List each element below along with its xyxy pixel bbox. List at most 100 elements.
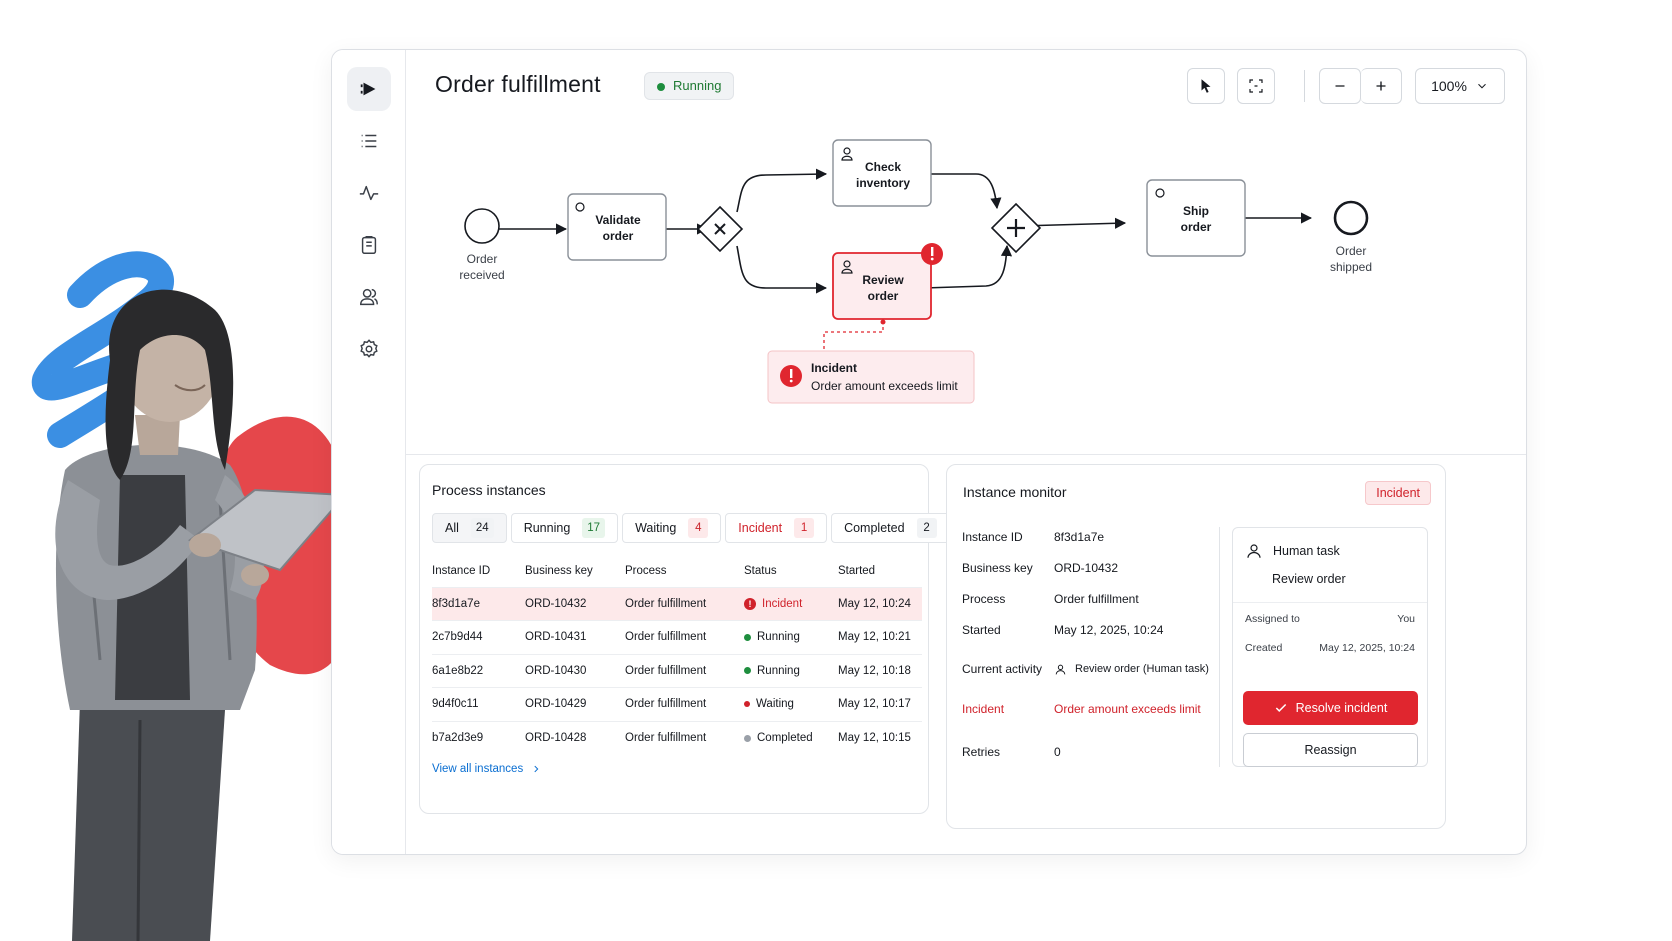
chevron-right-icon [534,765,539,773]
cell-process: Order fulfillment [625,720,744,755]
field-value: ORD-10432 [1054,561,1119,575]
cell-instance-id: 9d4f0c11 [432,687,525,721]
field-retries: Retries 0 [962,745,1061,759]
task-review-order[interactable]: Review order [832,252,932,320]
task-heading: Human task [1273,544,1340,558]
task-review-label-1: Review [862,273,904,287]
flow-gateway-check [736,168,828,213]
process-instances-panel: Process instances All 24 Running 17 Wait… [419,464,950,814]
sidebar-item-tasks[interactable] [347,223,391,267]
field-label: Started [962,623,1001,637]
column-header[interactable]: Started [838,555,922,587]
sidebar-item-activity[interactable] [347,171,391,215]
users-icon [360,288,378,306]
table-row[interactable]: 6a1e8b22 ORD-10430 Order fulfillment Run… [432,653,922,688]
task-validate-label-1: Validate [595,213,641,227]
tab-incident[interactable]: Incident 1 [725,513,828,543]
tab-running[interactable]: Running 17 [510,513,619,543]
field-business-key: Business key ORD-10432 [962,561,1118,575]
status-text: Waiting [756,698,794,711]
tab-count: 17 [582,518,606,538]
tab-label: Waiting [635,521,677,535]
user-icon [1247,544,1261,558]
tab-waiting[interactable]: Waiting 4 [622,513,722,543]
start-event[interactable] [464,208,500,244]
task-check-inventory[interactable]: Check inventory [832,139,932,207]
task-ship-label-1: Ship [1183,204,1209,218]
table-row[interactable]: 2c7b9d44 ORD-10431 Order fulfillment Run… [432,620,922,654]
task-review-label-2: order [868,289,899,303]
human-task-card: Human task Review order Assigned to You … [1232,527,1428,767]
column-header[interactable]: Business key [525,555,625,587]
table-header-row: Instance ID Business key Process Status … [432,555,922,587]
incident-callout[interactable]: Incident Order amount exceeds limit [767,350,975,404]
cell-process: Order fulfillment [625,620,744,654]
task-ship-label-2: order [1181,220,1212,234]
cell-business-key: ORD-10430 [525,653,625,688]
field-label: Retries [962,745,1001,759]
exclusive-gateway[interactable] [696,205,744,253]
field-value: You [1397,613,1415,625]
end-event[interactable] [1333,200,1369,236]
start-event-label-1: Order [467,252,498,266]
parallel-gateway[interactable] [990,202,1042,254]
status-text: Completed [757,732,813,744]
table-row[interactable]: b7a2d3e9 ORD-10428 Order fulfillment Com… [432,720,922,755]
end-event-label-2: shipped [1330,260,1372,274]
settings-icon [360,339,378,358]
field-value: May 12, 2025, 10:24 [1054,623,1164,637]
field-current-activity: Current activity Review order (Human tas… [962,662,1209,676]
instances-table: Instance ID Business key Process Status … [432,555,922,755]
incident-badge: Incident [1365,481,1431,505]
table-row[interactable]: 9d4f0c11 ORD-10429 Order fulfillment Wai… [432,687,922,721]
incident-connector [823,321,884,350]
resolve-incident-button[interactable]: Resolve incident [1243,691,1418,725]
instance-monitor-panel: Instance monitor Incident Instance ID 8f… [946,464,1446,829]
sidebar-item-users[interactable] [347,275,391,319]
cell-instance-id: b7a2d3e9 [432,720,525,755]
cell-started: May 12, 10:21 [838,620,922,654]
field-label: Created [1245,642,1283,654]
status-text: Running [757,631,800,644]
tab-completed[interactable]: Completed 2 [831,513,950,543]
view-all-instances-link[interactable]: View all instances [432,763,541,775]
person-legs [72,700,225,941]
column-header[interactable]: Process [625,555,744,587]
cell-process: Order fulfillment [625,586,744,621]
cell-status: Waiting [744,687,838,721]
table-row[interactable]: 8f3d1a7e ORD-10432 Order fulfillment ! In… [432,586,922,621]
column-header[interactable]: Instance ID [432,555,525,587]
field-value: Order fulfillment [1054,592,1139,606]
sidebar-item-processes[interactable] [347,67,391,111]
column-header[interactable]: Status [744,555,838,587]
sidebar [332,50,406,854]
user-icon [1055,664,1066,674]
cell-business-key: ORD-10428 [525,720,625,755]
tab-all[interactable]: All 24 [432,513,507,543]
cell-started: May 12, 10:17 [838,687,922,721]
bpmn-diagram: Order received Validate order Check inve [459,139,1372,404]
tasks-icon [361,236,377,254]
cell-status: Completed [744,720,838,755]
tab-count: 1 [794,518,815,538]
task-name: Review order [1272,572,1346,586]
cell-process: Order fulfillment [625,653,744,688]
reassign-button[interactable]: Reassign [1243,733,1418,767]
tab-count: 24 [470,518,494,538]
task-check-label-2: inventory [856,176,910,190]
cell-business-key: ORD-10432 [525,586,625,621]
task-validate-order[interactable]: Validate order [567,193,667,261]
tab-label: All [445,521,459,535]
tab-label: Completed [844,521,905,535]
field-label: Instance ID [962,530,1023,544]
status-tabs: All 24 Running 17 Waiting 4 Incident 1 C… [432,513,950,543]
waiting-dot-icon [744,701,750,708]
task-ship-order[interactable]: Ship order [1146,179,1246,257]
sidebar-item-list[interactable] [347,119,391,163]
sidebar-item-settings[interactable] [347,327,391,371]
field-process: Process Order fulfillment [962,592,1139,606]
cell-instance-id: 8f3d1a7e [432,586,525,621]
assigned-row: Assigned to You [1245,613,1415,625]
cell-started: May 12, 10:24 [838,586,922,621]
field-label: Incident [962,702,1005,716]
